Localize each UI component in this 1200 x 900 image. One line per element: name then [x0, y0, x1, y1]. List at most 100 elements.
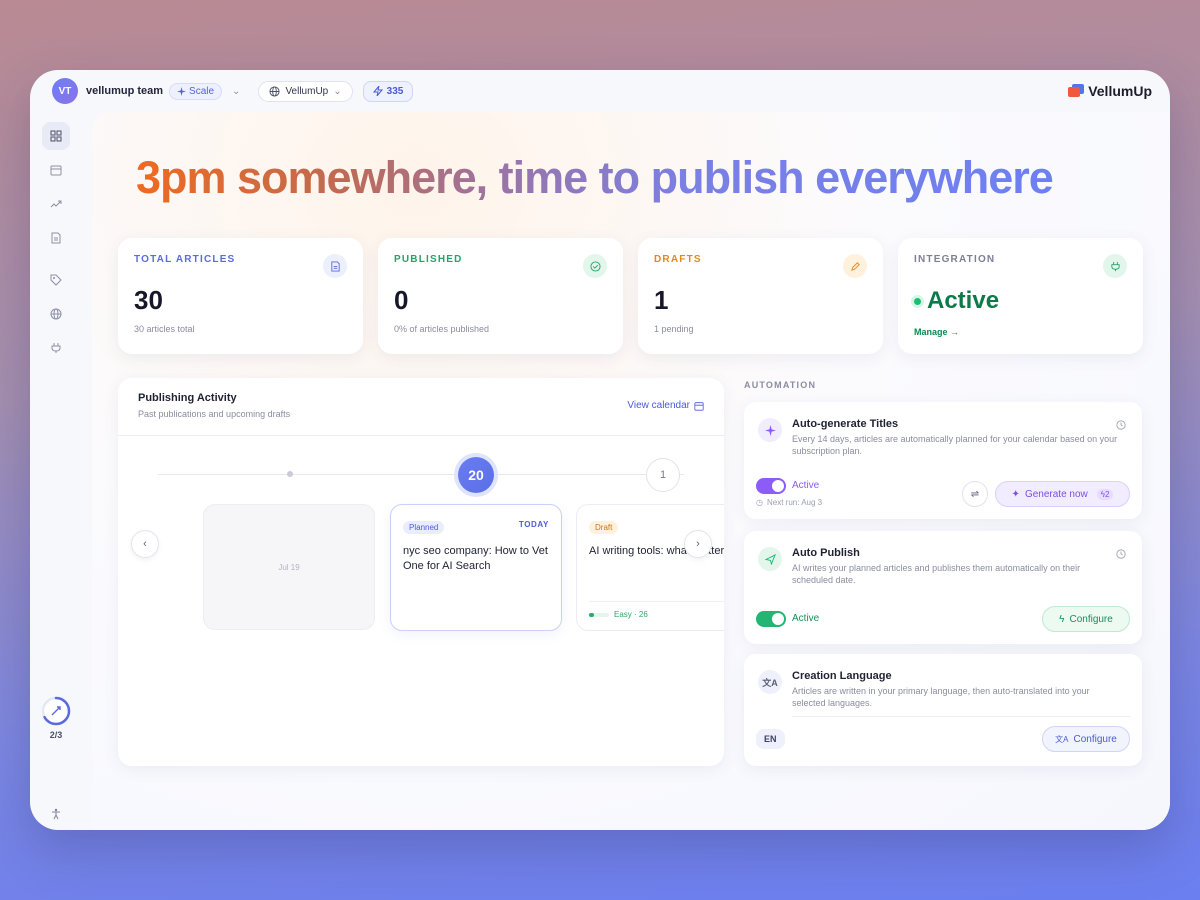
configure-publish-button[interactable]: ϟ Configure: [1042, 606, 1130, 632]
trending-icon[interactable]: [42, 190, 70, 218]
team-name[interactable]: vellumup team: [86, 85, 163, 97]
accessibility-icon[interactable]: [42, 800, 70, 828]
stat-value: 1: [654, 285, 669, 315]
automation-section-label: AUTOMATION: [744, 380, 817, 390]
toggle-status: Active: [792, 480, 820, 491]
check-circle-icon: [583, 254, 607, 278]
main-content: 3pm somewhere, time to publish everywher…: [92, 112, 1170, 830]
chevron-left-icon: ‹: [143, 538, 147, 550]
top-bar: VT vellumup team Scale ⌄ VellumUp ⌄ 335 …: [30, 70, 1170, 112]
empty-day-card[interactable]: Jul 19: [203, 504, 375, 630]
plug-icon: [1103, 254, 1127, 278]
document-icon: [323, 254, 347, 278]
difficulty-indicator: Easy · 26: [589, 601, 724, 619]
settings-sliders-button[interactable]: ⇌: [962, 481, 988, 507]
site-selector[interactable]: VellumUp ⌄: [258, 80, 353, 102]
calendar-icon[interactable]: [42, 156, 70, 184]
avatar[interactable]: VT: [52, 78, 78, 104]
pencil-icon: [843, 254, 867, 278]
next-button[interactable]: ›: [684, 530, 712, 558]
prev-button[interactable]: ‹: [131, 530, 159, 558]
status-badge: Draft: [589, 521, 619, 534]
card-title: Creation Language: [792, 670, 892, 682]
globe-icon: [269, 85, 280, 97]
plug-icon[interactable]: [42, 334, 70, 362]
status-dot-icon: [914, 297, 921, 305]
document-icon[interactable]: [42, 224, 70, 252]
bolt-icon: ϟ: [1059, 613, 1065, 625]
article-card-draft[interactable]: Draft AI writing tools: what matters for…: [576, 504, 724, 631]
status-badge: Planned: [403, 521, 445, 534]
next-run-text: Next run: Aug 3: [766, 498, 823, 507]
today-badge: TODAY: [518, 520, 549, 529]
globe-icon[interactable]: [42, 300, 70, 328]
sparkle-icon: ✦: [1011, 488, 1020, 500]
toggle-status: Active: [792, 613, 820, 624]
publishing-activity-panel: Publishing Activity Past publications an…: [118, 378, 724, 766]
stat-subtext: 1 pending: [654, 324, 694, 334]
page-title: 3pm somewhere, time to publish everywher…: [136, 152, 1054, 203]
configure-label: Configure: [1073, 733, 1117, 745]
stat-subtext: 30 articles total: [134, 324, 195, 334]
brand-logo[interactable]: VellumUp: [1068, 83, 1152, 99]
difficulty-label: Easy · 26: [614, 610, 648, 619]
manage-link[interactable]: Manage →: [914, 327, 1127, 337]
translate-icon: 文A: [758, 670, 782, 694]
sliders-icon: ⇌: [970, 488, 980, 500]
auto-publish-toggle[interactable]: [756, 611, 786, 627]
site-name: VellumUp: [285, 85, 329, 97]
translate-icon: 文A: [1055, 734, 1069, 744]
stat-card-published[interactable]: PUBLISHED 0 0% of articles published: [378, 238, 623, 354]
timeline-current-day[interactable]: 20: [458, 457, 494, 493]
timeline-dot[interactable]: [287, 471, 293, 477]
generate-count: 2: [1105, 489, 1110, 499]
auto-publish-card: Auto Publish AI writes your planned arti…: [744, 531, 1142, 644]
empty-day-date: Jul 19: [278, 562, 300, 572]
brand-name: VellumUp: [1088, 83, 1152, 99]
onboarding-progress-label: 2/3: [49, 730, 63, 740]
auto-generate-titles-card: Auto-generate Titles Every 14 days, arti…: [744, 402, 1142, 519]
chevron-down-icon[interactable]: ⌄: [232, 86, 240, 97]
next-run-info: ◷ Next run: Aug 3: [756, 498, 822, 507]
calendar-icon: [694, 401, 704, 411]
generate-count-badge: ϟ2: [1096, 488, 1114, 500]
integration-status: Active: [914, 287, 1127, 315]
clock-icon: ◷: [756, 498, 763, 507]
sparkle-icon: [177, 86, 187, 96]
stat-label: INTEGRATION: [914, 254, 996, 265]
panel-subtitle: Past publications and upcoming drafts: [138, 409, 291, 419]
plan-label: Scale: [189, 85, 215, 97]
view-calendar-label: View calendar: [627, 400, 690, 411]
logo-icon: [1068, 84, 1085, 98]
language-badge[interactable]: EN: [756, 729, 785, 749]
integration-status-text: Active: [927, 287, 1000, 314]
timeline-next-day[interactable]: 1: [646, 458, 680, 492]
app-window: VT vellumup team Scale ⌄ VellumUp ⌄ 335 …: [30, 70, 1170, 830]
dashboard-icon[interactable]: [42, 122, 70, 150]
card-description: AI writes your planned articles and publ…: [792, 563, 1081, 585]
history-icon[interactable]: [1116, 417, 1126, 435]
credits-badge[interactable]: 335: [362, 80, 414, 102]
stat-label: TOTAL ARTICLES: [134, 254, 236, 265]
configure-label: Configure: [1069, 613, 1113, 625]
auto-titles-toggle[interactable]: [756, 478, 786, 494]
history-icon[interactable]: [1116, 546, 1126, 564]
chevron-down-icon: ⌄: [333, 85, 342, 97]
stat-card-drafts[interactable]: DRAFTS 1 1 pending: [638, 238, 883, 354]
stat-card-total-articles[interactable]: TOTAL ARTICLES 30 30 articles total: [118, 238, 363, 354]
tag-icon[interactable]: [42, 266, 70, 294]
panel-title: Publishing Activity: [138, 392, 237, 404]
card-description: Articles are written in your primary lan…: [792, 686, 1090, 708]
stat-card-integration[interactable]: INTEGRATION Active Manage →: [898, 238, 1143, 354]
stat-label: DRAFTS: [654, 254, 702, 265]
stat-subtext: 0% of articles published: [394, 324, 490, 334]
card-title: Auto-generate Titles: [792, 418, 899, 430]
sidebar: 2/3 ?: [30, 112, 82, 830]
generate-now-button[interactable]: ✦ Generate now ϟ2: [995, 481, 1130, 507]
card-title: Auto Publish: [792, 547, 860, 559]
view-calendar-link[interactable]: View calendar: [627, 400, 704, 411]
onboarding-progress-ring[interactable]: [41, 696, 71, 726]
configure-language-button[interactable]: 文A Configure: [1042, 726, 1130, 752]
plan-badge: Scale: [169, 82, 223, 100]
article-card-planned[interactable]: Planned TODAY nyc seo company: How to Ve…: [390, 504, 562, 631]
